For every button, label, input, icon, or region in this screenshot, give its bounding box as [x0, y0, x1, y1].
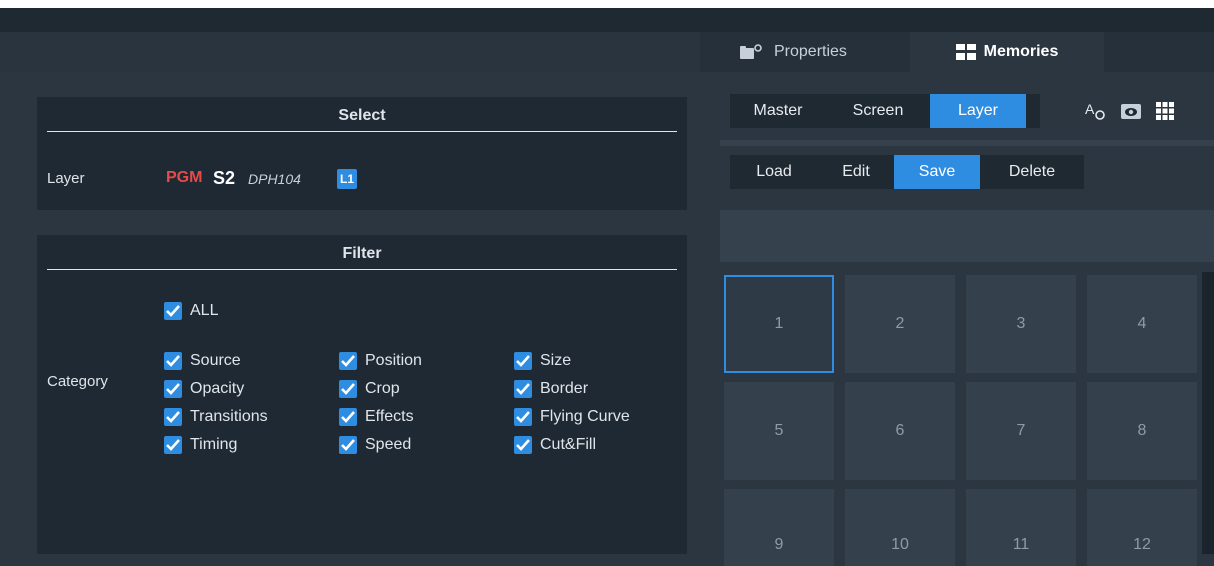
checkbox-transitions-label: Transitions [190, 408, 268, 425]
info-strip [720, 210, 1214, 262]
check-icon [164, 408, 182, 426]
checkbox-timing[interactable]: Timing [164, 436, 237, 454]
toolbar-separator [720, 140, 1214, 146]
checkbox-cut-fill-label: Cut&Fill [540, 436, 597, 453]
save-button[interactable]: Save [894, 155, 980, 189]
check-icon [514, 408, 532, 426]
filter-panel-divider [47, 269, 677, 270]
memory-slot-1[interactable]: 1 [724, 275, 834, 373]
checkbox-source[interactable]: Source [164, 352, 241, 370]
tab-properties[interactable]: Properties [716, 32, 920, 72]
grid-view-icon[interactable] [1152, 100, 1178, 122]
select-panel-divider [47, 131, 677, 132]
check-icon [164, 302, 182, 320]
checkbox-flying-curve-label: Flying Curve [540, 408, 630, 425]
memory-slot-6[interactable]: 6 [845, 382, 955, 480]
check-icon [514, 380, 532, 398]
layer-label: Layer [47, 170, 85, 187]
load-button[interactable]: Load [730, 155, 818, 189]
master-button[interactable]: Master [730, 94, 826, 128]
category-label: Category [47, 373, 108, 390]
checkbox-crop-label: Crop [365, 380, 400, 397]
grid-layout-icon [955, 44, 976, 60]
filter-panel-title: Filter [342, 245, 382, 262]
memory-slot-10[interactable]: 10 [845, 489, 955, 566]
check-icon [164, 436, 182, 454]
action-bar: Load Edit Save Delete [730, 155, 1084, 189]
checkbox-size[interactable]: Size [514, 352, 571, 370]
edit-button[interactable]: Edit [818, 155, 894, 189]
memory-slot-2[interactable]: 2 [845, 275, 955, 373]
check-icon [339, 436, 357, 454]
memory-slot-7[interactable]: 7 [966, 382, 1076, 480]
folder-gear-icon [740, 44, 762, 60]
check-icon [339, 380, 357, 398]
memory-slot-3[interactable]: 3 [966, 275, 1076, 373]
preview-eye-icon[interactable] [1118, 100, 1144, 122]
checkbox-position[interactable]: Position [339, 352, 422, 370]
checkbox-crop[interactable]: Crop [339, 380, 400, 398]
checkbox-size-label: Size [540, 352, 572, 369]
checkbox-effects[interactable]: Effects [339, 408, 414, 426]
checkbox-all-label: ALL [190, 302, 219, 319]
checkbox-speed-label: Speed [365, 436, 412, 453]
memory-slot-9[interactable]: 9 [724, 489, 834, 566]
delete-button[interactable]: Delete [980, 155, 1084, 189]
select-panel: Select Layer PGM S2 DPH104 L1 [37, 97, 687, 210]
check-icon [514, 436, 532, 454]
checkbox-cut-fill[interactable]: Cut&Fill [514, 436, 596, 454]
checkbox-timing-label: Timing [190, 436, 238, 453]
memory-slot-5[interactable]: 5 [724, 382, 834, 480]
check-icon [339, 408, 357, 426]
title-bar [0, 8, 1214, 32]
checkbox-opacity-label: Opacity [190, 380, 245, 397]
checkbox-speed[interactable]: Speed [339, 436, 411, 454]
memory-slot-12[interactable]: 12 [1087, 489, 1197, 566]
layer-button[interactable]: Layer [930, 94, 1026, 128]
check-icon [164, 380, 182, 398]
memory-slot-8[interactable]: 8 [1087, 382, 1197, 480]
check-icon [339, 352, 357, 370]
tab-properties-label: Properties [774, 43, 847, 60]
checkbox-position-label: Position [365, 352, 422, 369]
checkbox-transitions[interactable]: Transitions [164, 408, 268, 426]
checkbox-opacity[interactable]: Opacity [164, 380, 244, 398]
checkbox-border[interactable]: Border [514, 380, 588, 398]
memory-slot-11[interactable]: 11 [966, 489, 1076, 566]
svg-text:A: A [1085, 101, 1095, 117]
checkbox-border-label: Border [540, 380, 589, 397]
tab-memories-label: Memories [983, 43, 1059, 60]
window-top-edge [0, 0, 1214, 8]
grid-scrollbar[interactable] [1202, 272, 1214, 554]
check-icon [514, 352, 532, 370]
screen-indicator: S2 [213, 168, 236, 188]
left-header [0, 32, 700, 72]
tab-memories[interactable]: Memories [910, 32, 1104, 72]
select-panel-title: Select [338, 107, 386, 124]
check-icon [164, 352, 182, 370]
filter-panel: Filter ALL Category Source Position Size… [37, 235, 687, 554]
memory-slot-4[interactable]: 4 [1087, 275, 1197, 373]
pgm-indicator: PGM [166, 169, 203, 186]
rename-icon[interactable]: A [1083, 100, 1109, 122]
mode-bar: Master Screen Layer [730, 94, 1040, 128]
screen-button[interactable]: Screen [826, 94, 930, 128]
checkbox-flying-curve[interactable]: Flying Curve [514, 408, 630, 426]
checkbox-all[interactable]: ALL [164, 302, 218, 320]
layer-badge[interactable]: L1 [337, 169, 357, 189]
checkbox-source-label: Source [190, 352, 241, 369]
checkbox-effects-label: Effects [365, 408, 414, 425]
device-name: DPH104 [248, 171, 301, 187]
